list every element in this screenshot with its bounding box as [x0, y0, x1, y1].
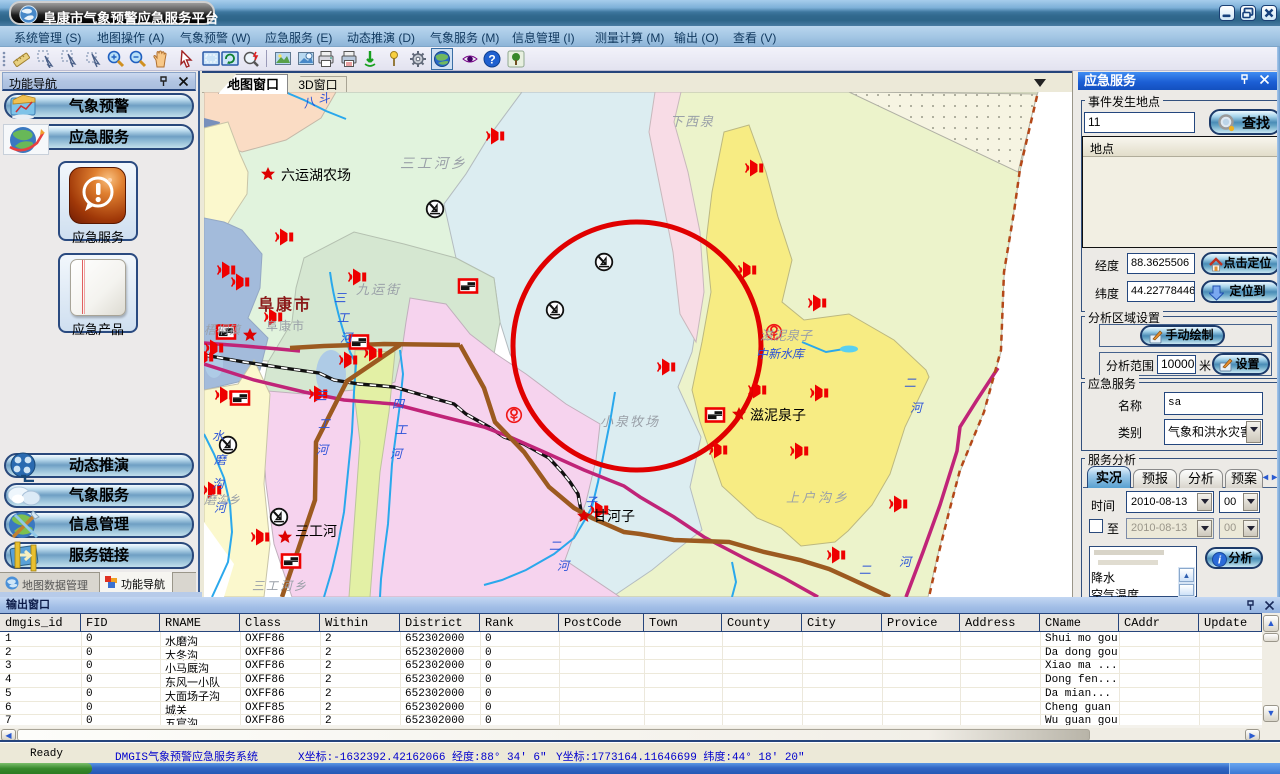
svg-text:六运湖农场: 六运湖农场: [281, 167, 351, 183]
svg-text:阜康市: 阜康市: [266, 318, 305, 333]
svg-text:河: 河: [899, 555, 913, 569]
svg-text:子: 子: [585, 495, 598, 509]
svg-text:磨: 磨: [214, 453, 228, 467]
svg-text:河: 河: [910, 401, 924, 415]
svg-text:河: 河: [214, 501, 228, 515]
svg-text:梧桐镇: 梧桐镇: [204, 323, 242, 337]
svg-text:三工河: 三工河: [295, 523, 337, 539]
svg-text:工: 工: [318, 417, 331, 431]
svg-text:三工河乡: 三工河乡: [400, 155, 468, 171]
svg-text:三: 三: [315, 389, 328, 403]
svg-text:九运街: 九运街: [356, 282, 401, 297]
svg-text:阜康市: 阜康市: [258, 295, 312, 314]
svg-text:沟: 沟: [212, 477, 226, 491]
svg-text:河: 河: [390, 447, 404, 461]
svg-text:?: ?: [488, 53, 495, 67]
svg-text:河: 河: [340, 331, 354, 345]
svg-text:河: 河: [557, 559, 571, 573]
svg-text:河: 河: [316, 443, 330, 457]
svg-text:水: 水: [212, 429, 225, 443]
svg-text:二: 二: [549, 539, 562, 553]
svg-text:工: 工: [337, 311, 350, 325]
svg-text:工: 工: [395, 423, 408, 437]
svg-text:三工河乡: 三工河乡: [252, 579, 308, 593]
svg-text:二: 二: [859, 563, 872, 577]
svg-text:四: 四: [392, 397, 406, 411]
svg-text:上户沟乡: 上户沟乡: [786, 490, 850, 505]
svg-text:滋泥泉子: 滋泥泉子: [760, 328, 813, 343]
svg-text:小泉牧场: 小泉牧场: [600, 414, 660, 429]
svg-text:甘河子: 甘河子: [593, 508, 635, 524]
svg-text:三: 三: [334, 291, 347, 305]
svg-text:二: 二: [904, 376, 917, 390]
svg-text:下西泉: 下西泉: [670, 114, 715, 129]
svg-text:滋泥泉子: 滋泥泉子: [750, 407, 806, 423]
svg-text:中新水库: 中新水库: [756, 347, 806, 361]
